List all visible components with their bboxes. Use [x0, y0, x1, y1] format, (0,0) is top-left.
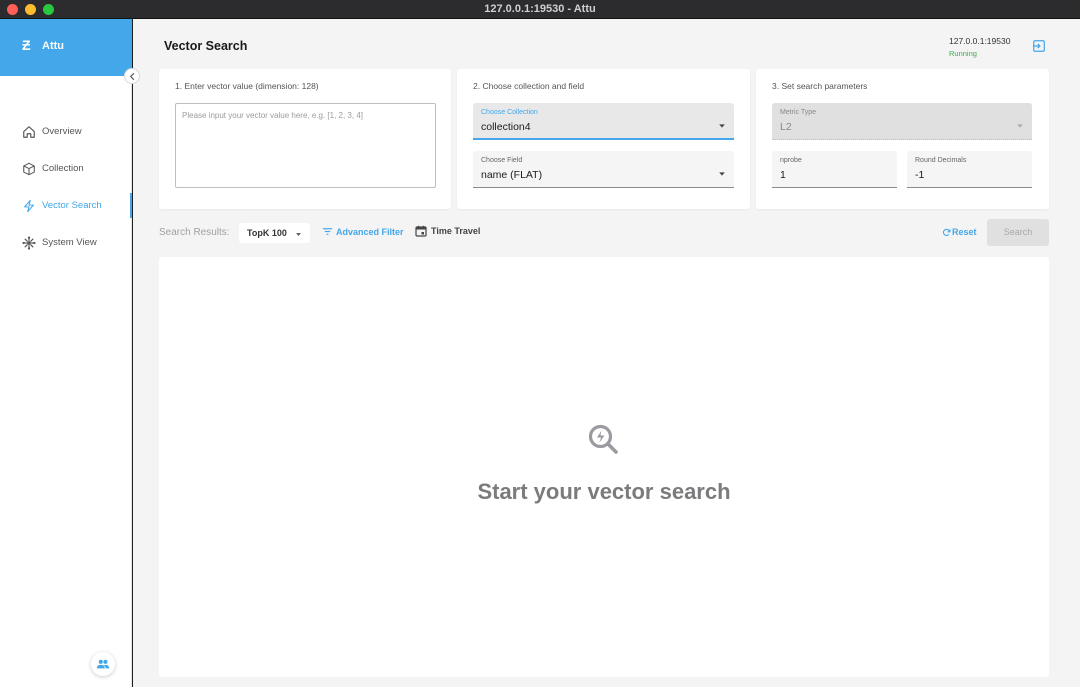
sidebar-item-collection[interactable]: Collection	[0, 150, 132, 187]
metric-type-select: Metric Type L2	[772, 103, 1032, 140]
sidebar-item-label: Vector Search	[42, 200, 102, 211]
sidebar-item-label: Overview	[42, 126, 82, 137]
page-title: Vector Search	[164, 39, 248, 53]
step3-label: 3. Set search parameters	[772, 81, 868, 91]
search-results-label: Search Results:	[159, 227, 230, 238]
collapse-sidebar-button[interactable]	[124, 68, 140, 84]
sidebar-nav: Overview Collection Vector Search System…	[0, 113, 132, 261]
attu-logo-icon: Ƶ	[22, 37, 31, 53]
caret-down-icon	[295, 230, 302, 237]
nprobe-value[interactable]: 1	[780, 169, 786, 181]
logout-icon	[1032, 40, 1045, 52]
user-menu-button[interactable]	[91, 652, 115, 676]
results-toolbar: Search Results: TopK 100 Advanced Filter…	[159, 219, 1049, 247]
brand-header[interactable]: Ƶ Attu	[0, 19, 132, 76]
sidebar-item-label: System View	[42, 237, 97, 248]
collection-field-card: 2. Choose collection and field Choose Co…	[457, 69, 750, 209]
search-params-card: 3. Set search parameters Metric Type L2 …	[756, 69, 1049, 209]
chevron-left-icon	[129, 72, 134, 80]
home-icon	[22, 125, 36, 139]
refresh-icon	[942, 228, 951, 236]
reset-button[interactable]: Reset	[942, 227, 977, 237]
collection-select-label: Choose Collection	[481, 109, 538, 116]
advanced-filter-button[interactable]: Advanced Filter	[322, 226, 404, 237]
field-select-label: Choose Field	[481, 157, 523, 164]
empty-state-text: Start your vector search	[477, 479, 731, 504]
sidebar-item-overview[interactable]: Overview	[0, 113, 132, 150]
logout-button[interactable]	[1032, 39, 1046, 53]
sidebar-item-system-view[interactable]: System View	[0, 224, 132, 261]
sidebar: Ƶ Attu Overview Collection Vector Search	[0, 19, 140, 687]
users-icon	[96, 659, 110, 669]
reset-label: Reset	[952, 227, 977, 237]
brand-name: Attu	[42, 40, 64, 52]
nprobe-label: nprobe	[780, 157, 802, 164]
sidebar-item-vector-search[interactable]: Vector Search	[0, 187, 132, 224]
metric-type-label: Metric Type	[780, 109, 817, 116]
lightning-icon	[22, 199, 36, 213]
step2-label: 2. Choose collection and field	[473, 81, 585, 91]
filter-icon	[322, 228, 333, 235]
caret-down-icon	[1016, 117, 1024, 128]
field-select-value: name (FLAT)	[481, 169, 543, 181]
nprobe-field[interactable]: nprobe 1	[772, 151, 897, 188]
caret-down-icon	[718, 165, 726, 176]
search-button[interactable]: Search	[987, 219, 1049, 246]
step1-label: 1. Enter vector value (dimension: 128)	[175, 81, 319, 91]
round-decimals-field[interactable]: Round Decimals -1	[907, 151, 1032, 188]
main-content: Vector Search 127.0.0.1:19530 Running 1.…	[133, 19, 1080, 687]
vector-input-card: 1. Enter vector value (dimension: 128)	[159, 69, 451, 209]
calendar-icon	[415, 225, 427, 237]
vector-value-input[interactable]	[175, 103, 436, 188]
window-title: 127.0.0.1:19530 - Attu	[484, 3, 596, 15]
collection-select-value: collection4	[481, 121, 531, 133]
round-decimals-value[interactable]: -1	[915, 169, 924, 181]
sidebar-item-label: Collection	[42, 163, 84, 174]
caret-down-icon	[718, 117, 726, 128]
server-status: Running	[949, 49, 977, 58]
results-panel: Start your vector search	[159, 257, 1049, 677]
time-travel-label: Time Travel	[431, 226, 481, 236]
advanced-filter-label: Advanced Filter	[336, 226, 404, 237]
window-titlebar: 127.0.0.1:19530 - Attu	[0, 0, 1080, 19]
time-travel-button[interactable]: Time Travel	[415, 225, 480, 237]
server-info: 127.0.0.1:19530 Running	[949, 36, 1010, 58]
server-address: 127.0.0.1:19530	[949, 36, 1011, 46]
metric-type-value: L2	[780, 121, 792, 133]
system-view-icon	[22, 235, 36, 250]
round-decimals-label: Round Decimals	[915, 157, 967, 164]
cube-icon	[22, 162, 36, 176]
collection-select[interactable]: Choose Collection collection4	[473, 103, 734, 140]
search-empty-icon	[587, 423, 619, 455]
field-select[interactable]: Choose Field name (FLAT)	[473, 151, 734, 188]
topk-select[interactable]: TopK 100	[239, 223, 310, 243]
topk-value: TopK 100	[247, 228, 287, 238]
